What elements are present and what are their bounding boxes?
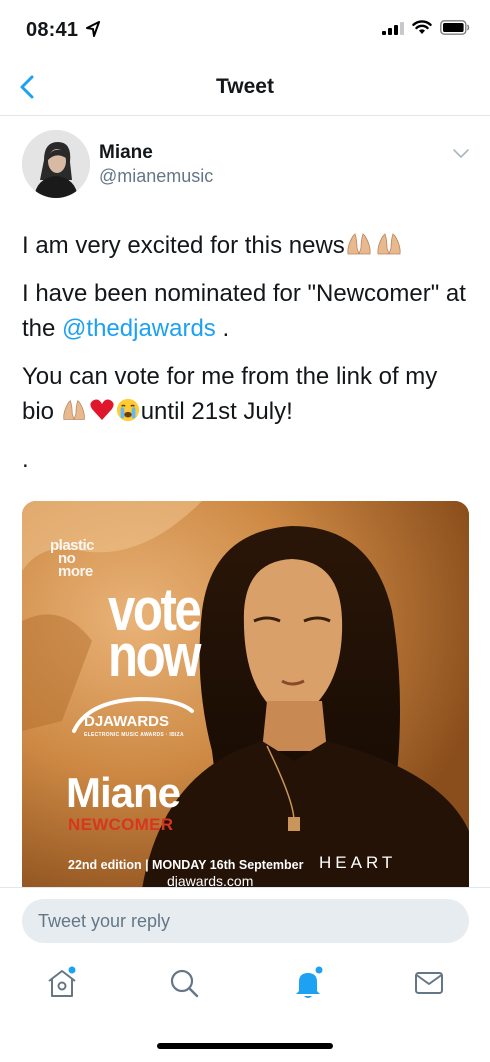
- tweet-line-1: I am very excited for this news: [22, 228, 472, 263]
- tab-bar: [0, 951, 490, 1019]
- home-icon[interactable]: [44, 965, 80, 1001]
- mention-link[interactable]: @thedjawards: [62, 315, 216, 342]
- folded-hands-emoji-icon: [347, 233, 371, 255]
- notifications-icon[interactable]: [290, 965, 326, 1001]
- reply-input[interactable]: Tweet your reply: [22, 899, 469, 943]
- reply-bar: Tweet your reply: [0, 887, 490, 951]
- battery-icon: [440, 20, 470, 35]
- folded-hands-emoji-icon: [62, 399, 85, 420]
- status-bar: 08:41: [0, 0, 490, 62]
- award-category: NEWCOMER: [68, 815, 174, 834]
- tweet-line-2: I have been nominated for "Newcomer" at …: [22, 280, 466, 342]
- chevron-down-icon[interactable]: [452, 146, 470, 160]
- plastic-no-more-logo: plastic no more: [50, 537, 95, 580]
- page-title: Tweet: [216, 75, 274, 98]
- red-heart-emoji-icon: [90, 399, 114, 420]
- tweet-media-image[interactable]: plastic no more vote now DJAWARDS ELECTR…: [22, 501, 469, 889]
- heart-ibiza-logo: HEART: [319, 853, 397, 872]
- tweet-line-4: .: [22, 446, 29, 473]
- signal-icon: [382, 21, 404, 35]
- messages-icon[interactable]: [411, 965, 447, 1001]
- tweet-body: I am very excited for this news I have b…: [22, 228, 472, 490]
- status-icons: [382, 20, 470, 35]
- home-indicator[interactable]: [157, 1043, 333, 1049]
- author-handle[interactable]: @mianemusic: [99, 166, 213, 187]
- wifi-icon: [412, 20, 432, 34]
- artist-name: Miane: [66, 769, 181, 816]
- tweet-line-3: You can vote for me from the link of my …: [22, 363, 438, 425]
- vote-now-heading: vote now: [108, 576, 202, 689]
- avatar[interactable]: [22, 130, 90, 198]
- crying-face-emoji-icon: [116, 398, 139, 422]
- status-time: 08:41: [26, 19, 79, 41]
- author-name[interactable]: Miane: [99, 142, 153, 164]
- folded-hands-emoji-icon: [377, 233, 401, 255]
- location-arrow-icon: [86, 21, 100, 37]
- edition-date: 22nd edition | MONDAY 16th September: [68, 858, 304, 872]
- dj-awards-subtitle: ELECTRONIC MUSIC AWARDS · IBIZA: [84, 732, 184, 738]
- dj-awards-wordmark: DJAWARDS: [84, 713, 170, 730]
- nav-bar: Tweet: [0, 62, 490, 116]
- search-icon[interactable]: [166, 965, 202, 1001]
